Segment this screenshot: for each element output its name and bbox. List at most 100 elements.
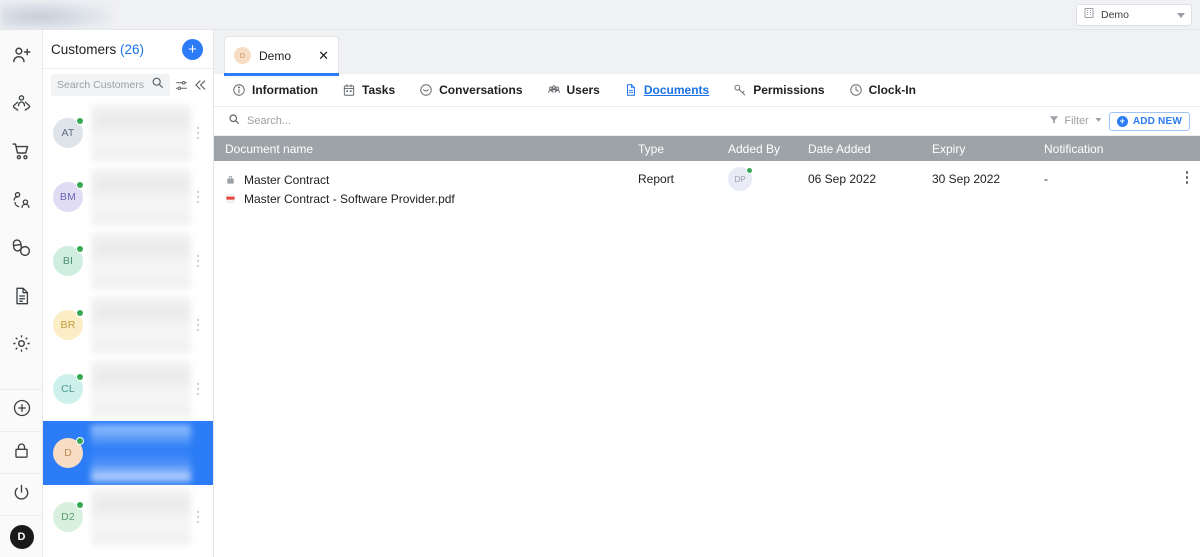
customers-header: Customers (26) + xyxy=(43,30,213,69)
tab-conversations[interactable]: Conversations xyxy=(419,74,523,107)
rail-item-power[interactable] xyxy=(0,473,43,515)
add-new-label: ADD NEW xyxy=(1132,115,1182,127)
collapse-left-icon[interactable] xyxy=(193,78,207,92)
search-customers-placeholder: Search Customers xyxy=(57,79,144,91)
document-icon xyxy=(12,286,32,311)
customer-list-item[interactable]: CL xyxy=(43,357,213,421)
org-selector-label: Demo xyxy=(1101,9,1130,21)
tab-label: Clock-In xyxy=(868,83,916,97)
avatar: D xyxy=(9,524,34,549)
customer-list-item[interactable]: BM xyxy=(43,165,213,229)
rail-item-care[interactable] xyxy=(0,82,43,130)
rail-item-settings[interactable] xyxy=(0,322,43,370)
customer-list-item[interactable]: BR xyxy=(43,293,213,357)
column-header[interactable]: Expiry xyxy=(926,136,1038,161)
avatar: BM xyxy=(53,181,84,212)
tab-documents[interactable]: Documents xyxy=(624,74,709,107)
tab-label: Permissions xyxy=(753,83,825,97)
customer-list-item[interactable]: D2 xyxy=(43,485,213,549)
tab-information[interactable]: Information xyxy=(232,74,318,107)
app-root: Demo D Customers (26) + Search Customers… xyxy=(0,0,1200,557)
kebab-menu-icon[interactable] xyxy=(191,190,205,204)
tab-active-indicator xyxy=(224,73,339,76)
kebab-menu-icon[interactable] xyxy=(191,126,205,140)
rail-item-medication[interactable] xyxy=(0,226,43,274)
column-header[interactable]: Date Added xyxy=(802,136,926,161)
rail-item-add[interactable] xyxy=(0,389,43,431)
rail-item-documents[interactable] xyxy=(0,274,43,322)
avatar: CL xyxy=(53,373,84,404)
search-icon[interactable] xyxy=(151,76,164,94)
tab-users[interactable]: Users xyxy=(547,74,600,107)
cell-document-name: Master Contract Master Contract - Softwar… xyxy=(214,161,632,208)
org-selector[interactable]: Demo xyxy=(1076,4,1192,26)
documents-table: Document name Type Added By Date Added Expir… xyxy=(214,136,1200,208)
rail-bottom-group: D xyxy=(0,389,43,557)
online-status-dot xyxy=(76,181,84,189)
cell-expiry: 30 Sep 2022 xyxy=(932,172,1001,186)
add-user-icon xyxy=(11,45,32,71)
workspace-tab-demo[interactable]: D Demo ✕ xyxy=(224,36,339,74)
clock-icon xyxy=(849,83,863,97)
kebab-menu-icon[interactable] xyxy=(191,382,205,396)
table-row[interactable]: Master Contract Master Contract - Softwar… xyxy=(214,161,1200,208)
customer-details xyxy=(91,297,191,353)
kebab-menu-icon[interactable] xyxy=(191,254,205,268)
tab-avatar: D xyxy=(234,47,251,64)
tab-label: Tasks xyxy=(362,83,396,97)
info-circle-icon xyxy=(232,83,246,97)
sort-filter-icon[interactable] xyxy=(175,79,188,92)
column-header[interactable]: Added By xyxy=(722,136,802,161)
online-status-dot xyxy=(746,167,753,174)
customers-list[interactable]: AT BM BI BR CL D D2 xyxy=(43,101,213,557)
customer-details xyxy=(91,105,191,161)
kebab-menu-icon[interactable] xyxy=(191,318,205,332)
customers-title-text: Customers xyxy=(51,41,117,57)
documents-search-placeholder: Search... xyxy=(247,115,292,127)
cell-date-added: 06 Sep 2022 xyxy=(808,172,877,186)
tab-label: Users xyxy=(566,83,600,97)
app-logo[interactable] xyxy=(0,0,112,30)
tab-permissions[interactable]: Permissions xyxy=(733,74,825,107)
avatar: BR xyxy=(53,309,84,340)
rail-item-lock[interactable] xyxy=(0,431,43,473)
rail-item-orders[interactable] xyxy=(0,130,43,178)
customer-list-item[interactable]: AT xyxy=(43,101,213,165)
avatar: D2 xyxy=(53,501,84,532)
calendar-icon xyxy=(342,83,356,97)
search-customers-input[interactable]: Search Customers xyxy=(51,74,170,96)
documents-table-header: Document name Type Added By Date Added Expir… xyxy=(214,136,1200,161)
rail-item-add-user[interactable] xyxy=(0,34,43,82)
customer-list-item[interactable]: BI xyxy=(43,229,213,293)
chevron-down-icon xyxy=(1177,12,1185,18)
kebab-menu-icon[interactable] xyxy=(191,510,205,524)
workspace-tabstrip: D Demo ✕ xyxy=(214,30,1200,76)
avatar: BI xyxy=(53,245,84,276)
care-hands-icon xyxy=(11,93,32,119)
add-new-button[interactable]: + ADD NEW xyxy=(1108,111,1190,131)
tab-tasks[interactable]: Tasks xyxy=(342,74,395,107)
customer-details xyxy=(91,425,191,481)
rail-item-account[interactable]: D xyxy=(0,515,43,557)
column-header[interactable]: Notification xyxy=(1038,136,1160,161)
lock-icon xyxy=(12,441,31,465)
add-customer-button[interactable]: + xyxy=(182,38,203,60)
customer-details xyxy=(91,169,191,225)
rail-item-contacts[interactable] xyxy=(0,178,43,226)
document-name-text: Master Contract xyxy=(244,172,330,187)
documents-search-input[interactable]: Search... xyxy=(228,112,1043,130)
tab-clock-in[interactable]: Clock-In xyxy=(849,74,916,107)
user-switch-icon xyxy=(11,189,32,215)
gear-icon xyxy=(11,333,32,359)
cell-added-by: DP xyxy=(722,161,802,208)
column-header[interactable]: Type xyxy=(632,136,722,161)
customers-count: (26) xyxy=(120,41,145,57)
pills-icon xyxy=(11,237,32,263)
pdf-file-icon xyxy=(225,193,236,204)
close-icon[interactable]: ✕ xyxy=(318,49,329,62)
column-header[interactable]: Document name xyxy=(214,136,632,161)
filter-button[interactable]: Filter xyxy=(1049,115,1102,128)
customer-list-item[interactable]: D xyxy=(43,421,213,485)
file-name-text[interactable]: Master Contract - Software Provider.pdf xyxy=(244,192,455,206)
kebab-menu-icon[interactable] xyxy=(1180,171,1194,184)
